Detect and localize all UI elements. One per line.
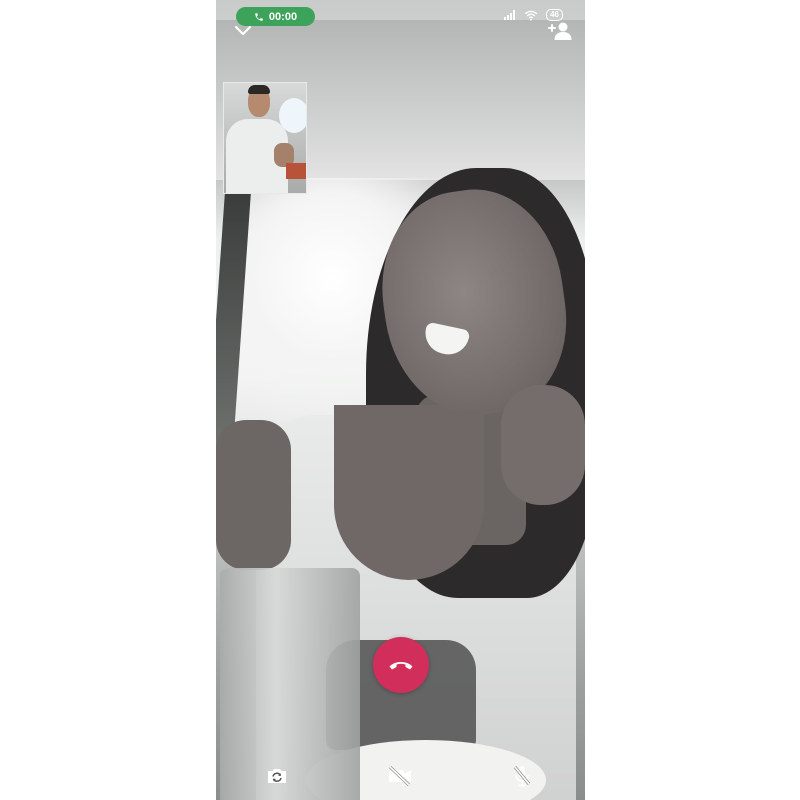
wifi-icon: [524, 10, 538, 21]
video-person-hand: [501, 385, 585, 505]
phone-icon: [255, 12, 263, 21]
add-participant-button[interactable]: [547, 20, 573, 42]
signal-icon: [504, 10, 516, 20]
end-call-icon: [389, 662, 413, 670]
video-person-neckline: [334, 405, 484, 580]
mic-off-icon: [513, 766, 531, 787]
battery-level: 46: [550, 10, 559, 19]
preview-shelf: [286, 163, 306, 179]
mute-button[interactable]: [506, 760, 538, 792]
add-person-icon: [548, 22, 572, 40]
end-call-button[interactable]: [373, 637, 429, 693]
call-timer: 00:00: [268, 10, 298, 23]
toggle-video-button[interactable]: [384, 760, 416, 792]
self-camera-preview[interactable]: [223, 82, 307, 194]
preview-person-hair: [248, 85, 270, 94]
chevron-down-icon: [234, 25, 252, 36]
video-off-icon: [388, 766, 411, 786]
video-call-screen: 00:00 46: [216, 0, 585, 800]
switch-camera-icon: [268, 769, 286, 783]
minimize-call-button[interactable]: [234, 24, 252, 38]
video-person-arm: [216, 420, 291, 570]
status-bar: 00:00 46: [216, 0, 585, 26]
switch-camera-button[interactable]: [261, 760, 293, 792]
